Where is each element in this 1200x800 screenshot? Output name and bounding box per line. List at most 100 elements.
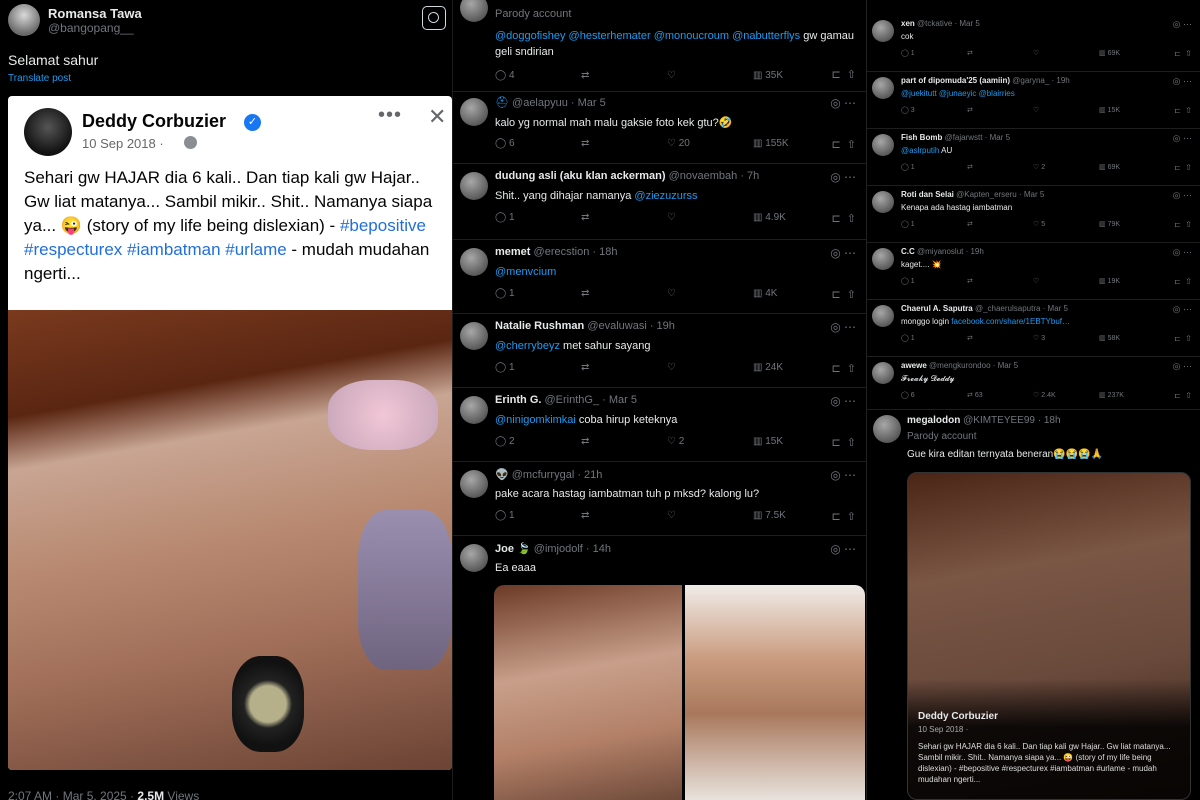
author-handle[interactable]: @bangopang__ [48, 21, 142, 35]
bookmark-share[interactable]: ⊏ ⇧ [1174, 49, 1192, 58]
view-count[interactable]: ▥ 79K [1099, 220, 1165, 228]
like-count[interactable]: ♡ [667, 70, 753, 81]
like-count[interactable]: ♡ [667, 362, 753, 373]
repost-count[interactable]: ⇄ [581, 436, 667, 447]
reply-avatar[interactable] [872, 362, 894, 384]
like-count[interactable]: ♡ 5 [1033, 220, 1099, 228]
reply-item[interactable]: awewe @mengkurondoo · Mar 5 𝓕𝓻𝓮𝓪𝓴𝔂 𝓓𝓮𝓭𝓭𝔂… [867, 358, 1200, 410]
grok-icon[interactable]: ◎ ⋯ [1173, 76, 1192, 87]
reply-count[interactable]: ◯ 6 [495, 138, 581, 149]
like-count[interactable]: ♡ 2 [667, 436, 753, 447]
view-count[interactable]: ▥ 237K [1099, 391, 1165, 399]
reply-image-right[interactable] [685, 585, 865, 800]
repost-count[interactable]: ⇄ [581, 70, 667, 81]
view-count[interactable]: ▥ 4K [753, 288, 839, 299]
reply-item[interactable]: Roti dan Selai @Kapten_erseru · Mar 5 Ke… [867, 187, 1200, 243]
view-count[interactable]: ▥ 69K [1099, 163, 1165, 171]
bookmark-share[interactable]: ⊏ ⇧ [831, 362, 856, 375]
like-count[interactable]: ♡ 20 [667, 138, 753, 149]
reply-image-left[interactable] [494, 585, 682, 800]
view-count[interactable]: ▥ 58K [1099, 334, 1165, 342]
bookmark-share[interactable]: ⊏ ⇧ [1174, 220, 1192, 229]
reply-avatar[interactable] [460, 470, 488, 498]
reply-avatar[interactable] [872, 305, 894, 327]
reply-avatar[interactable] [460, 322, 488, 350]
like-count[interactable]: ♡ 2 [1033, 163, 1099, 171]
reply-count[interactable]: ◯ 1 [495, 510, 581, 521]
view-count[interactable]: ▥ 4.9K [753, 212, 839, 223]
view-count[interactable]: ▥ 24K [753, 362, 839, 373]
reply-item[interactable]: part of dipomuda'25 (aamiin) @garyna_ · … [867, 73, 1200, 129]
repost-count[interactable]: ⇄ 63 [967, 391, 1033, 399]
grok-icon[interactable]: ◎ ⋯ [830, 170, 856, 184]
reply-item[interactable]: ⛑ @aelapyuu · Mar 5 kalo yg normal mah m… [453, 92, 866, 164]
view-count[interactable]: ▥ 15K [1099, 106, 1165, 114]
bookmark-share[interactable]: ⊏ ⇧ [1174, 391, 1192, 400]
reply-avatar[interactable] [872, 77, 894, 99]
bookmark-share[interactable]: ⊏ ⇧ [1174, 106, 1192, 115]
grok-icon[interactable]: ◎ ⋯ [1173, 133, 1192, 144]
repost-count[interactable]: ⇄ [967, 163, 1033, 171]
reply-count[interactable]: ◯ 1 [495, 362, 581, 373]
grok-icon[interactable]: ◎ ⋯ [1173, 361, 1192, 372]
reply-item[interactable]: 👽 @mcfurrygal · 21h pake acara hastag ia… [453, 464, 866, 536]
repost-count[interactable]: ⇄ [967, 334, 1033, 342]
reply-avatar[interactable] [872, 191, 894, 213]
grok-icon[interactable]: ◎ ⋯ [1173, 247, 1192, 258]
reply-item[interactable]: Erinth G. @ErinthG_ · Mar 5 @ninigomkimk… [453, 390, 866, 462]
grok-icon[interactable]: ◎ ⋯ [830, 468, 856, 482]
reply-image-card[interactable]: Deddy Corbuzier 10 Sep 2018 · Sehari gw … [907, 472, 1191, 800]
author-name[interactable]: Romansa Tawa [48, 6, 142, 21]
reply-count[interactable]: ◯ 1 [901, 220, 967, 228]
translate-post-link[interactable]: Translate post [8, 73, 71, 84]
grok-icon[interactable]: ◎ ⋯ [830, 394, 856, 408]
reply-avatar[interactable] [460, 0, 488, 22]
reply-count[interactable]: ◯ 1 [901, 334, 967, 342]
reply-item-megalodon[interactable]: megalodon @KIMTEYEE99 · 18h Parody accou… [867, 411, 1200, 800]
reply-count[interactable]: ◯ 2 [495, 436, 581, 447]
reply-avatar[interactable] [872, 134, 894, 156]
bookmark-share[interactable]: ⊏ ⇧ [831, 68, 856, 81]
like-count[interactable]: ♡ [1033, 106, 1099, 114]
reply-count[interactable]: ◯ 1 [901, 49, 967, 57]
like-count[interactable]: ♡ [667, 288, 753, 299]
reply-avatar[interactable] [460, 248, 488, 276]
post-author[interactable]: Romansa Tawa @bangopang__ [8, 4, 142, 36]
reply-avatar[interactable] [460, 98, 488, 126]
reply-item[interactable]: Fish Bomb @fajarwstt · Mar 5 @aslrputih … [867, 130, 1200, 186]
reply-item[interactable]: Parody account @doggofishey @hesterhemat… [453, 0, 866, 92]
grok-icon[interactable]: ◎ ⋯ [1173, 190, 1192, 201]
grok-icon[interactable]: ◎ ⋯ [830, 542, 856, 556]
reply-count[interactable]: ◯ 4 [495, 70, 581, 81]
like-count[interactable]: ♡ 2.4K [1033, 391, 1099, 399]
reply-avatar[interactable] [460, 544, 488, 572]
repost-count[interactable]: ⇄ [581, 362, 667, 373]
bookmark-share[interactable]: ⊏ ⇧ [1174, 277, 1192, 286]
reply-avatar[interactable] [872, 248, 894, 270]
repost-count[interactable]: ⇄ [581, 212, 667, 223]
grok-icon[interactable]: ◎ ⋯ [830, 320, 856, 334]
view-count[interactable]: ▥ 15K [753, 436, 839, 447]
view-count[interactable]: ▥ 7.5K [753, 510, 839, 521]
bookmark-share[interactable]: ⊏ ⇧ [831, 510, 856, 523]
reply-item[interactable]: xen @tckative · Mar 5 cok ◎ ⋯ ◯ 1 ⇄ ♡ ▥ … [867, 16, 1200, 72]
repost-count[interactable]: ⇄ [967, 49, 1033, 57]
repost-count[interactable]: ⇄ [967, 277, 1033, 285]
view-count[interactable]: ▥ 19K [1099, 277, 1165, 285]
repost-count[interactable]: ⇄ [581, 288, 667, 299]
bookmark-share[interactable]: ⊏ ⇧ [1174, 334, 1192, 343]
view-count[interactable]: ▥ 155K [753, 138, 839, 149]
author-avatar[interactable] [8, 4, 40, 36]
reply-avatar[interactable] [872, 20, 894, 42]
grok-icon[interactable] [422, 6, 446, 30]
grok-icon[interactable]: ◎ ⋯ [830, 246, 856, 260]
bookmark-share[interactable]: ⊏ ⇧ [831, 288, 856, 301]
reply-item[interactable]: dudung asli (aku klan ackerman) @novaemb… [453, 166, 866, 240]
reply-avatar[interactable] [460, 396, 488, 424]
repost-count[interactable]: ⇄ [967, 106, 1033, 114]
facebook-screenshot-image[interactable]: Deddy Corbuzier ✓ 10 Sep 2018 · ••• ✕ Se… [8, 96, 452, 770]
reply-count[interactable]: ◯ 1 [495, 288, 581, 299]
repost-count[interactable]: ⇄ [581, 510, 667, 521]
bookmark-share[interactable]: ⊏ ⇧ [831, 212, 856, 225]
reply-count[interactable]: ◯ 1 [901, 163, 967, 171]
